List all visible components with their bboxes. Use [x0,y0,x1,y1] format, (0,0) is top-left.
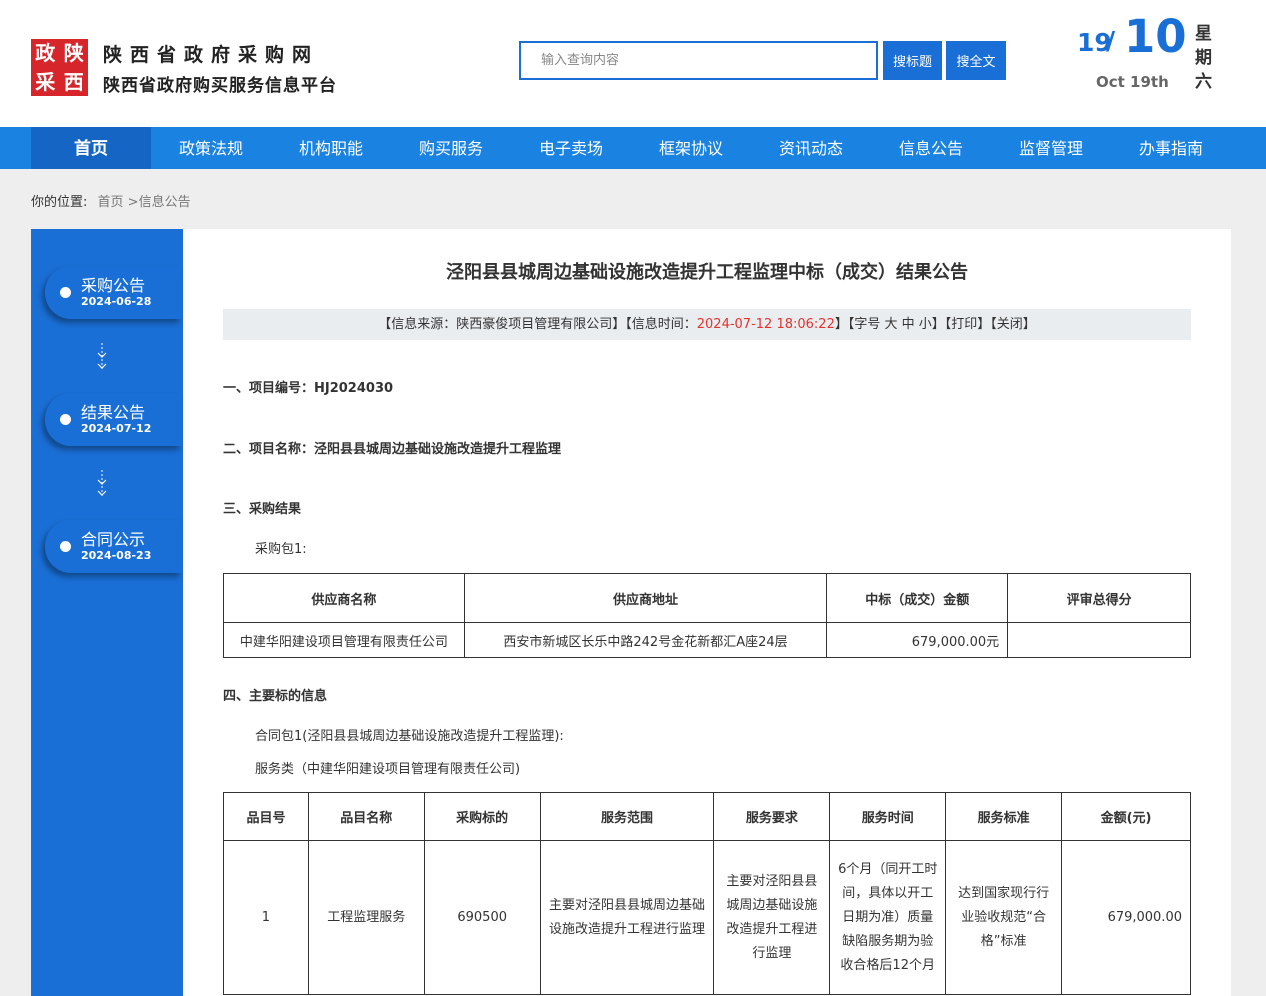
table-header: 中标（成交）金额 [826,573,1009,623]
site-subtitle: 陕西省政府购买服务信息平台 [103,76,337,96]
items-table: 品目号 品目名称 采购标的 服务范围 服务要求 服务时间 服务标准 金额(元) … [223,792,1191,995]
nav-item-home[interactable]: 首页 [31,127,151,169]
article-title: 泾阳县县城周边基础设施改造提升工程监理中标（成交）结果公告 [446,262,968,283]
table-cell: 西安市新城区长乐中路242号金花新都汇A座24层 [463,622,828,658]
nav-item-framework[interactable]: 框架协议 [631,127,751,169]
info-actions[interactable]: 】【字号 大 中 小】【打印】【关闭】 [835,317,1036,332]
nav-item-news[interactable]: 资讯动态 [751,127,871,169]
info-time: 2024-07-12 18:06:22 [696,317,835,332]
table-cell: 1 [223,840,309,995]
table-cell: 690500 [423,840,541,995]
step-date: 2024-08-23 [81,549,152,562]
nav-item-institution[interactable]: 机构职能 [271,127,391,169]
date-weekday: 星期六 [1195,24,1212,92]
breadcrumb: 你的位置: 首页 >信息公告 [31,191,191,210]
table-cell: 6个月（同开工时间，具体以开工日期为准）质量缺陷服务期为验收合格后12个月 [829,840,947,995]
breadcrumb-current-link[interactable]: 信息公告 [139,195,191,210]
step-date: 2024-07-12 [81,422,152,435]
step-dot [60,414,71,425]
table-header: 品目名称 [307,792,425,841]
search-input[interactable] [519,41,878,80]
nav-item-policy[interactable]: 政策法规 [151,127,271,169]
table-cell: 中建华阳建设项目管理有限责任公司 [223,622,465,658]
table-header: 供应商名称 [223,573,465,623]
step-dot [60,287,71,298]
site-logo[interactable]: 政 陕 采 西 [31,39,88,96]
table-header: 品目号 [223,792,309,841]
down-arrow-icon [97,470,107,496]
nav-item-e-mall[interactable]: 电子卖场 [511,127,631,169]
process-sidebar: 采购公告 2024-06-28 结果公告 2024-07-12 合同公示 202… [31,229,183,996]
search-fulltext-button[interactable]: 搜全文 [946,41,1006,80]
info-source: 【信息来源：陕西豪俊项目管理有限公司】【信息时间： [378,317,697,332]
table-cell: 679,000.00元 [826,622,1009,658]
step-name: 结果公告 [81,403,146,422]
table-cell: 679,000.00 [1061,840,1191,995]
table-header: 供应商地址 [463,573,828,623]
step-contract-notice[interactable]: 合同公示 2024-08-23 [45,520,182,573]
table-row: 1 工程监理服务 690500 主要对泾阳县县城周边基础设施改造提升工程进行监理… [223,840,1191,995]
table-row: 中建华阳建设项目管理有限责任公司 西安市新城区长乐中路242号金花新都汇A座24… [223,622,1191,658]
logo-char: 采 [35,69,56,94]
down-arrow-icon [97,343,107,369]
nav-item-purchase-service[interactable]: 购买服务 [391,127,511,169]
search-title-button[interactable]: 搜标题 [883,41,942,80]
table-header: 服务时间 [829,792,947,841]
result-table: 供应商名称 供应商地址 中标（成交）金额 评审总得分 中建华阳建设项目管理有限责… [223,573,1191,658]
table-cell: 达到国家现行行业验收规范“合格”标准 [945,840,1063,995]
logo-char: 政 [35,41,56,66]
site-title: 陕西省政府采购网 [103,44,320,66]
table-header: 评审总得分 [1007,573,1191,623]
breadcrumb-separator: > [123,195,139,210]
nav-item-announcement[interactable]: 信息公告 [871,127,991,169]
step-name: 采购公告 [81,276,146,295]
breadcrumb-home-link[interactable]: 首页 [98,195,124,210]
nav-item-guide[interactable]: 办事指南 [1111,127,1231,169]
date-month: 10 [1124,10,1187,63]
section-project-number: 一、项目编号：HJ2024030 [223,381,394,396]
table-cell: 主要对泾阳县县城周边基础设施改造提升工程进行监理 [539,840,715,995]
table-header: 服务范围 [539,792,715,841]
table-header: 服务标准 [945,792,1063,841]
breadcrumb-prefix: 你的位置: [31,195,88,210]
table-header-row: 品目号 品目名称 采购标的 服务范围 服务要求 服务时间 服务标准 金额(元) [223,792,1191,841]
nav-item-supervision[interactable]: 监督管理 [991,127,1111,169]
contract-package-label: 合同包1(泾阳县县城周边基础设施改造提升工程监理): [255,729,564,744]
section-project-name: 二、项目名称：泾阳县县城周边基础设施改造提升工程监理 [223,442,562,457]
logo-char: 陕 [63,41,84,66]
step-name: 合同公示 [81,530,146,549]
article-info-bar: 【信息来源：陕西豪俊项目管理有限公司】【信息时间：2024-07-12 18:0… [223,309,1191,340]
step-dot [60,541,71,552]
date-english: Oct 19th [1096,73,1169,91]
table-header: 金额(元) [1061,792,1191,841]
table-cell: 工程监理服务 [307,840,425,995]
article-content: 泾阳县县城周边基础设施改造提升工程监理中标（成交）结果公告 【信息来源：陕西豪俊… [183,229,1231,996]
table-header: 采购标的 [423,792,541,841]
table-header: 服务要求 [713,792,831,841]
table-cell [1007,622,1191,658]
table-header-row: 供应商名称 供应商地址 中标（成交）金额 评审总得分 [223,573,1191,623]
step-purchase-notice[interactable]: 采购公告 2024-06-28 [45,266,182,319]
date-slash: / [1106,26,1116,55]
purchase-package-label: 采购包1: [255,542,307,557]
step-date: 2024-06-28 [81,295,152,308]
section-purchase-result: 三、采购结果 [223,502,302,517]
site-header: 政 陕 采 西 陕西省政府采购网 陕西省政府购买服务信息平台 搜标题 搜全文 1… [0,0,1266,127]
step-result-notice[interactable]: 结果公告 2024-07-12 [45,393,182,446]
main-nav: 首页 政策法规 机构职能 购买服务 电子卖场 框架协议 资讯动态 信息公告 监督… [0,127,1266,169]
section-main-items: 四、主要标的信息 [223,689,328,704]
table-cell: 主要对泾阳县县城周边基础设施改造提升工程进行监理 [713,840,831,995]
service-type-label: 服务类（中建华阳建设项目管理有限责任公司) [255,762,521,777]
logo-char: 西 [63,69,84,94]
